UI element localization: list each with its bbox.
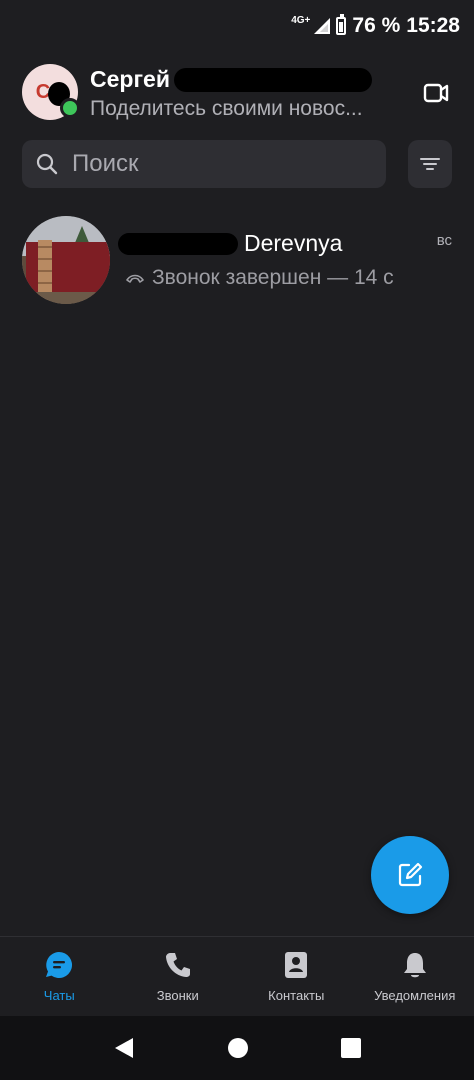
search-icon xyxy=(36,153,58,175)
tab-chats[interactable]: Чаты xyxy=(0,937,119,1017)
bottom-tab-bar: Чаты Звонки Контакты Уведомления xyxy=(0,936,474,1017)
call-ended-icon xyxy=(126,274,144,283)
chat-preview-text: Звонок завершен — 14 с xyxy=(152,266,394,289)
online-indicator xyxy=(60,98,80,118)
profile-name: Сергей xyxy=(90,66,170,92)
clock: 15:28 xyxy=(406,14,460,37)
search-bar[interactable]: Поиск xyxy=(22,140,386,188)
chat-avatar-photo xyxy=(22,216,110,304)
tab-label: Контакты xyxy=(268,988,325,1003)
filter-button[interactable] xyxy=(408,140,452,188)
battery-level: 76 % xyxy=(352,14,401,37)
chat-name-redaction xyxy=(118,233,238,255)
bell-icon xyxy=(403,953,426,978)
tab-label: Чаты xyxy=(43,988,75,1003)
tab-label: Звонки xyxy=(156,988,199,1003)
search-placeholder: Поиск xyxy=(72,150,139,177)
system-nav-bar xyxy=(0,1016,474,1080)
profile-status-message[interactable]: Поделитесь своими новос... xyxy=(90,97,363,121)
list-item[interactable]: Derevnya вс Звонок завершен — 14 с xyxy=(22,216,454,306)
home-icon[interactable] xyxy=(227,1037,249,1059)
status-bar: 4G+ 76 % 15:28 xyxy=(0,0,474,52)
chat-timestamp: вс xyxy=(436,232,452,249)
back-icon[interactable] xyxy=(113,1036,135,1060)
tab-notifications[interactable]: Уведомления xyxy=(356,937,474,1017)
network-type: 4G+ xyxy=(291,15,311,26)
video-call-icon xyxy=(423,83,449,103)
chat-preview: Звонок завершен — 14 с xyxy=(126,266,394,290)
tab-label: Уведомления xyxy=(374,988,456,1003)
chat-icon xyxy=(46,952,73,978)
phone-icon xyxy=(165,953,190,977)
meet-now-button[interactable] xyxy=(418,76,454,110)
chat-avatar[interactable] xyxy=(22,216,110,304)
avatar[interactable]: С xyxy=(22,64,80,120)
battery-icon xyxy=(336,14,347,35)
name-redaction xyxy=(174,68,372,92)
tab-contacts[interactable]: Контакты xyxy=(237,937,356,1017)
recents-icon[interactable] xyxy=(341,1038,361,1058)
compose-icon xyxy=(398,862,423,887)
chat-title: Derevnya xyxy=(244,230,343,256)
signal-icon xyxy=(314,18,331,34)
profile-header[interactable]: С Сергей Поделитесь своими новос... xyxy=(22,64,452,124)
tab-calls[interactable]: Звонки xyxy=(119,937,238,1017)
contacts-icon xyxy=(285,952,308,978)
new-chat-button[interactable] xyxy=(371,836,449,914)
filter-icon xyxy=(420,158,440,170)
